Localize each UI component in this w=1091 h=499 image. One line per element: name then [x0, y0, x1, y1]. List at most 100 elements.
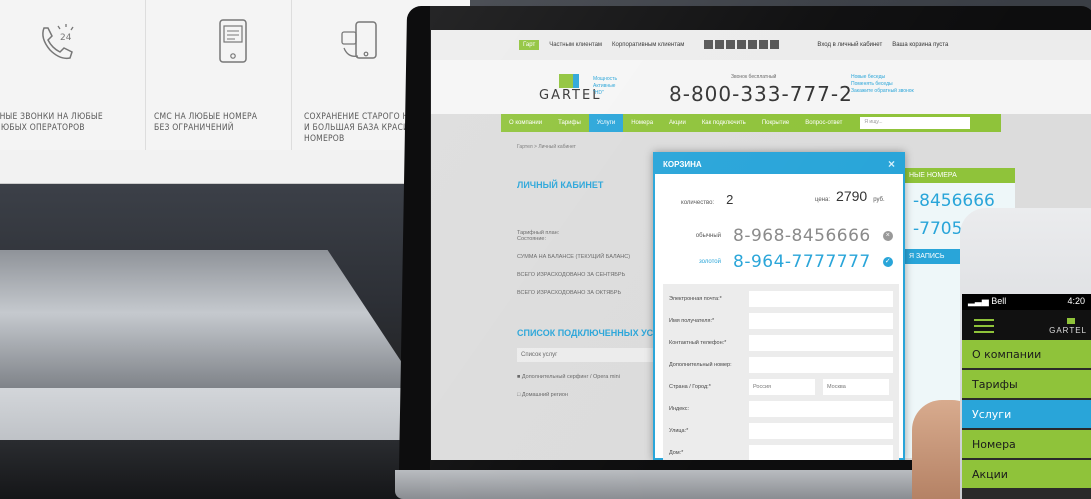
- cart-modal-title: КОРЗИНА: [663, 160, 702, 169]
- close-icon[interactable]: ×: [888, 157, 895, 171]
- monitor-screen: 24 МИТНЫЕ ЗВОНКИ НА ЛЮБЫЕ РА ЛЮБЫХ ОПЕРА…: [0, 0, 470, 184]
- cart-item-regular: обычный 8-968-8456666 ×: [691, 226, 893, 246]
- cart-item-gold: золотой 8-964-7777777 ✓: [691, 252, 893, 272]
- number-transfer-icon: [341, 21, 377, 59]
- cart-item-number: 8-964-7777777: [733, 252, 871, 272]
- street-label: Улица:*: [669, 428, 689, 434]
- menu-icon[interactable]: [974, 319, 994, 337]
- social-icon[interactable]: [715, 39, 725, 49]
- email-field[interactable]: [749, 291, 893, 307]
- phone-menu-services[interactable]: Услуги: [962, 400, 1091, 430]
- form-row: Индекс:: [663, 398, 899, 420]
- country-field[interactable]: Россия: [749, 379, 815, 395]
- phone-screen: ▂▃▅ Bell 4:20 GARTEL О компании Тарифы У…: [962, 294, 1091, 499]
- price: цена: 2790 руб.: [815, 188, 885, 204]
- form-row: Контактный телефон:*: [663, 332, 899, 354]
- check-icon[interactable]: ✓: [882, 257, 893, 267]
- social-icon[interactable]: [726, 39, 736, 49]
- phone-24h-icon: 24: [42, 24, 74, 60]
- topbar-private-clients[interactable]: Частным клиентам: [549, 42, 602, 48]
- phone-menu-tariffs[interactable]: Тарифы: [962, 370, 1091, 400]
- cart-item-number: 8-968-8456666: [733, 226, 871, 246]
- city-field[interactable]: Москва: [823, 379, 889, 395]
- site-header: GARTEL Мощность Активные "HD" Звонок бес…: [431, 60, 1091, 114]
- form-row: Страна / Город:* Россия Москва: [663, 376, 899, 398]
- svg-text:24: 24: [60, 33, 72, 43]
- phone-header: GARTEL: [962, 310, 1091, 340]
- topbar-badge[interactable]: Гарт: [519, 40, 540, 50]
- house-label: Дом:*: [669, 450, 684, 456]
- form-row: Электронная почта:*: [663, 288, 899, 310]
- free-call-label: Звонок бесплатный: [731, 74, 777, 80]
- breadcrumb[interactable]: Гартел > Личный кабинет: [431, 132, 1091, 150]
- topbar-corporate-clients[interactable]: Корпоративным клиентам: [612, 42, 684, 48]
- cart-modal-header: КОРЗИНА ×: [655, 154, 903, 174]
- form-row: Улица:*: [663, 420, 899, 442]
- price-value: 2790: [836, 188, 868, 204]
- extra-number-field[interactable]: [749, 357, 893, 373]
- phone-menu-promos[interactable]: Акции: [962, 460, 1091, 490]
- phone-logo-text: GARTEL: [1049, 326, 1087, 335]
- cart-link[interactable]: Ваша корзина пуста: [892, 42, 948, 48]
- nav-item-coverage[interactable]: Покрытие: [754, 120, 797, 126]
- header-hint: Мощность Активные "HD": [593, 76, 618, 96]
- recipient-label: Имя получателя:*: [669, 318, 715, 324]
- feature-sms: СМС НА ЛЮБЫЕ НОМЕРА БЕЗ ОГРАНИЧЕНИЙ: [146, 0, 292, 150]
- nav-item-how-to-connect[interactable]: Как подключить: [694, 120, 754, 126]
- hotline-phone: 8-800-333-777-2: [669, 82, 853, 106]
- nav-item-numbers[interactable]: Номера: [623, 120, 661, 126]
- carrier-label: ▂▃▅ Bell: [968, 296, 1007, 306]
- street-field[interactable]: [749, 423, 893, 439]
- remove-icon[interactable]: ×: [882, 231, 893, 241]
- extra-number-label: Дополнительный номер:: [669, 362, 732, 368]
- nav-item-tariffs[interactable]: Тарифы: [550, 120, 589, 126]
- feature-calls-text: МИТНЫЕ ЗВОНКИ НА ЛЮБЫЕ РА ЛЮБЫХ ОПЕРАТОР…: [0, 112, 103, 133]
- cart-item-type: обычный: [695, 233, 721, 239]
- feature-calls: 24 МИТНЫЕ ЗВОНКИ НА ЛЮБЫЕ РА ЛЮБЫХ ОПЕРА…: [0, 0, 146, 150]
- currency-label: руб.: [873, 197, 885, 203]
- zip-field[interactable]: [749, 401, 893, 417]
- price-label: цена:: [815, 197, 831, 203]
- social-icon[interactable]: [770, 39, 780, 49]
- quantity-label: количество:: [681, 200, 715, 206]
- login-link[interactable]: Вход в личный кабинет: [817, 42, 882, 48]
- quantity-value: 2: [726, 192, 734, 207]
- feature-sms-text: СМС НА ЛЮБЫЕ НОМЕРА БЕЗ ОГРАНИЧЕНИЙ: [154, 112, 258, 133]
- nav-item-about[interactable]: О компании: [501, 120, 550, 126]
- site-topbar: Гарт Частным клиентам Корпоративным клие…: [431, 30, 1091, 60]
- form-row: Дом:*: [663, 442, 899, 460]
- phone-menu: О компании Тарифы Услуги Номера Акции: [962, 340, 1091, 490]
- carrier-name: Bell: [991, 296, 1007, 306]
- header-side-links[interactable]: Новые беседы Поменять беседы Закажите об…: [851, 74, 914, 95]
- email-label: Электронная почта:*: [669, 296, 722, 302]
- service-label: Дополнительный серфинг / Opera mini: [521, 374, 620, 380]
- form-row: Дополнительный номер:: [663, 354, 899, 376]
- site-search-input[interactable]: Я ищу...: [860, 117, 971, 129]
- quantity: количество: 2: [681, 192, 733, 207]
- phone-status-bar: ▂▃▅ Bell 4:20: [962, 294, 1091, 310]
- social-icon[interactable]: [704, 39, 714, 49]
- country-city-label: Страна / Город:*: [669, 384, 711, 390]
- house-field[interactable]: [749, 445, 893, 460]
- numbers-panel-title: НЫЕ НОМЕРА: [905, 168, 1015, 183]
- contact-phone-field[interactable]: [749, 335, 893, 351]
- social-icon[interactable]: [737, 39, 747, 49]
- logo-mark: [559, 74, 579, 88]
- nav-item-services[interactable]: Услуги: [588, 114, 624, 132]
- clock: 4:20: [1067, 296, 1085, 306]
- zip-label: Индекс:: [669, 406, 690, 412]
- site-nav: О компании Тарифы Услуги Номера Акции Ка…: [501, 114, 1001, 132]
- recipient-field[interactable]: [749, 313, 893, 329]
- social-icons: [704, 39, 781, 51]
- phone-menu-about[interactable]: О компании: [962, 340, 1091, 370]
- logo-mark: [1067, 318, 1076, 324]
- form-row: Имя получателя:*: [663, 310, 899, 332]
- delivery-form: Электронная почта:* Имя получателя:* Кон…: [663, 284, 899, 460]
- cart-modal: КОРЗИНА × количество: 2 цена: 2790 руб. …: [653, 152, 905, 460]
- social-icon[interactable]: [759, 39, 769, 49]
- phone-logo[interactable]: GARTEL: [1049, 318, 1087, 335]
- phone-menu-numbers[interactable]: Номера: [962, 430, 1091, 460]
- social-icon[interactable]: [748, 39, 758, 49]
- nav-item-promos[interactable]: Акции: [661, 120, 694, 126]
- nav-item-faq[interactable]: Вопрос-ответ: [797, 120, 850, 126]
